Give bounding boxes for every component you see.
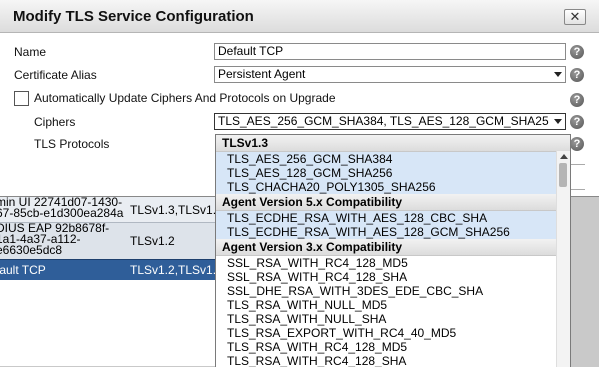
ciphers-select[interactable]: TLS_AES_256_GCM_SHA384, TLS_AES_128_GCM_… (214, 113, 566, 130)
dropdown-option[interactable]: TLS_RSA_WITH_NULL_MD5 (216, 298, 570, 312)
dropdown-option[interactable]: SSL_RSA_WITH_RC4_128_MD5 (216, 256, 570, 270)
table-row[interactable]: DIUS EAP 92b8678f- 1a1-4a37-a112- e6630e… (0, 222, 225, 259)
help-icon[interactable]: ? (570, 93, 584, 107)
help-icon[interactable]: ? (570, 115, 584, 129)
certificate-alias-value: Persistent Agent (218, 67, 306, 81)
chevron-down-icon (554, 72, 562, 77)
ciphers-label: Ciphers (34, 115, 76, 129)
dropdown-option[interactable]: TLS_RSA_WITH_RC4_128_SHA (216, 354, 570, 367)
dropdown-option[interactable]: SSL_RSA_WITH_RC4_128_SHA (216, 270, 570, 284)
help-icon[interactable]: ? (570, 45, 584, 59)
certificate-alias-select[interactable]: Persistent Agent (214, 66, 566, 83)
table-row-selected[interactable]: fault TCP TLSv1.2,TLSv1. (0, 259, 225, 280)
row-name-line: e6630e5dc8 (0, 243, 63, 257)
row-name-line: 67-85cb-e1d300ea284a (0, 206, 124, 220)
scroll-up-icon[interactable] (560, 154, 568, 159)
dropdown-option[interactable]: TLS_RSA_EXPORT_WITH_RC4_40_MD5 (216, 326, 570, 340)
auto-update-checkbox[interactable] (14, 91, 29, 106)
dropdown-option[interactable]: TLS_CHACHA20_POLY1305_SHA256 (216, 180, 570, 194)
help-icon[interactable]: ? (570, 137, 584, 151)
dropdown-option[interactable]: TLS_AES_128_GCM_SHA256 (216, 166, 570, 180)
dropdown-option[interactable]: TLS_ECDHE_RSA_WITH_AES_128_GCM_SHA256 (216, 225, 570, 239)
name-input[interactable]: Default TCP (214, 43, 566, 60)
dialog-title: Modify TLS Service Configuration (13, 8, 254, 25)
row-protocols: TLSv1.3,TLSv1. (130, 203, 217, 217)
table-empty-area (0, 280, 225, 366)
dropdown-scrollbar[interactable] (556, 151, 570, 367)
dropdown-option[interactable]: SSL_DHE_RSA_WITH_3DES_EDE_CBC_SHA (216, 284, 570, 298)
close-button[interactable]: ✕ (564, 9, 586, 25)
name-label: Name (14, 45, 47, 59)
auto-update-label: Automatically Update Ciphers And Protoco… (34, 91, 336, 105)
ciphers-value: TLS_AES_256_GCM_SHA384, TLS_AES_128_GCM_… (218, 114, 549, 128)
dropdown-group-header: TLSv1.3 (216, 135, 570, 152)
ciphers-dropdown-list[interactable]: TLSv1.3 TLS_AES_256_GCM_SHA384 TLS_AES_128… (215, 134, 571, 367)
row-protocols: TLSv1.2,TLSv1. (130, 263, 217, 277)
dropdown-option[interactable]: TLS_RSA_WITH_NULL_SHA (216, 312, 570, 326)
row-protocols: TLSv1.2 (130, 234, 175, 248)
scrollbar-thumb[interactable] (559, 163, 567, 187)
chevron-down-icon (554, 119, 562, 124)
dropdown-option[interactable]: TLS_RSA_WITH_RC4_128_MD5 (216, 340, 570, 354)
tls-protocols-field[interactable] (570, 164, 585, 190)
dropdown-option[interactable]: TLS_AES_256_GCM_SHA384 (216, 152, 570, 166)
certificate-alias-label: Certificate Alias (14, 68, 97, 82)
dropdown-group-header: Agent Version 3.x Compatibility (216, 239, 570, 256)
table-row[interactable]: min UI 22741d07-1430- 67-85cb-e1d300ea28… (0, 196, 225, 223)
row-name-line: fault TCP (0, 263, 46, 277)
dropdown-group-header: Agent Version 5.x Compatibility (216, 194, 570, 211)
dialog-titlebar: Modify TLS Service Configuration ✕ (0, 0, 599, 33)
dropdown-option[interactable]: TLS_ECDHE_RSA_WITH_AES_128_CBC_SHA (216, 211, 570, 225)
tls-protocols-label: TLS Protocols (34, 137, 110, 151)
help-icon[interactable]: ? (570, 68, 584, 82)
